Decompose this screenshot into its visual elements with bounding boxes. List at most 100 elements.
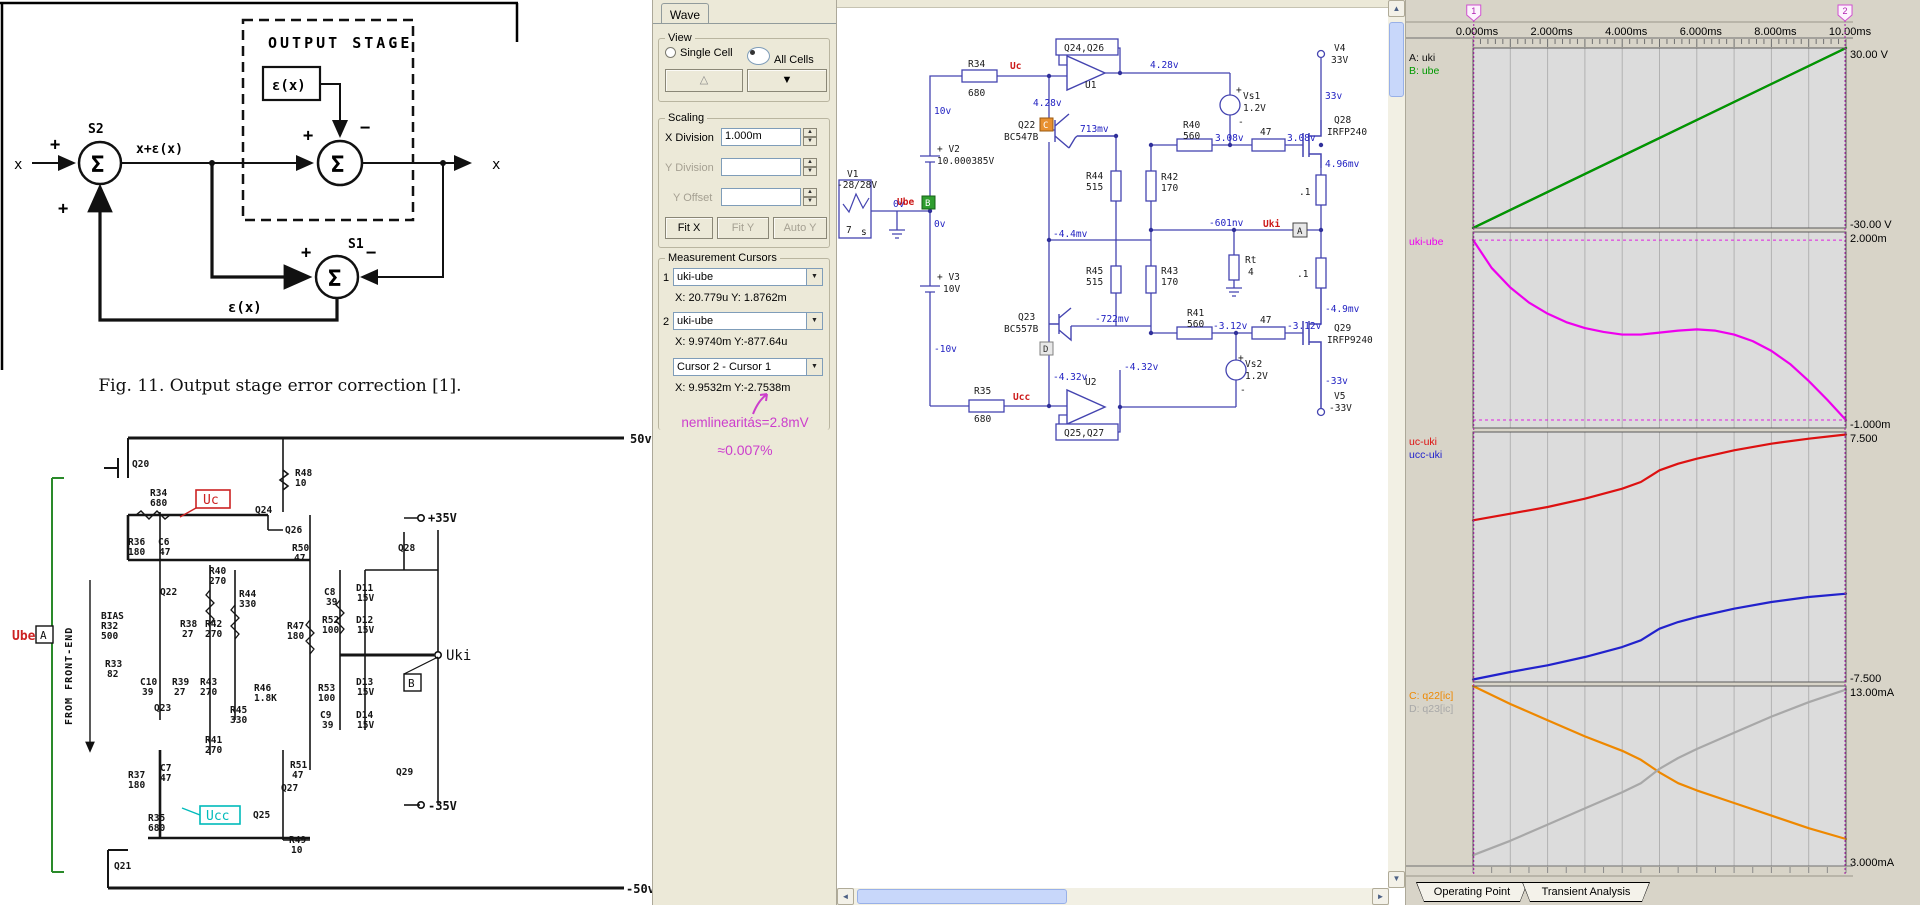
editor-label: 560 <box>1183 131 1200 142</box>
label-minus-sum: − <box>360 118 370 138</box>
cell-down-button[interactable]: ▼ <box>747 69 827 92</box>
editor-label: 47 <box>1260 127 1271 138</box>
schematic-label: 47 <box>159 547 170 558</box>
rail-neg35: -35V <box>428 799 457 813</box>
tab-transient-analysis[interactable]: Transient Analysis <box>1522 882 1650 902</box>
scroll-right-icon[interactable]: ► <box>1372 888 1389 905</box>
schematic-label: Q25 <box>253 810 270 821</box>
label-output-stage: OUTPUT STAGE <box>268 34 412 52</box>
trace-legend-label: uc-uki <box>1409 436 1437 448</box>
schematic-label: 270 <box>205 745 222 756</box>
y-division-input[interactable] <box>721 158 801 176</box>
fit-x-button[interactable]: Fit X <box>665 217 713 239</box>
editor-label: U1 <box>1085 80 1097 91</box>
schematic-label: 27 <box>182 629 193 640</box>
scroll-left-icon[interactable]: ◄ <box>837 888 854 905</box>
probe-bracket-green <box>51 477 64 873</box>
y-division-spinner[interactable]: ▲ ▼ <box>803 158 817 176</box>
radio-all-cells[interactable]: All Cells <box>747 47 814 66</box>
probe-node-a-label: A <box>1297 227 1303 237</box>
chevron-down-icon[interactable]: ▼ <box>806 359 822 375</box>
scroll-up-icon[interactable]: ▲ <box>1388 0 1405 17</box>
editor-label: 0v <box>934 219 946 230</box>
editor-label: + V2 <box>937 144 960 155</box>
y-offset-input[interactable] <box>721 188 801 206</box>
schematic-label: 1.8K <box>254 693 277 704</box>
y-offset-spinner[interactable]: ▲ ▼ <box>803 188 817 206</box>
scaling-legend: Scaling <box>665 112 708 124</box>
cell-up-button[interactable]: △ <box>665 69 743 92</box>
x-division-label: X Division <box>665 132 714 144</box>
schematic-label: 82 <box>107 669 118 680</box>
radio-single-cell-circle[interactable] <box>665 47 676 58</box>
label-eps-fb: ε(x) <box>228 300 262 316</box>
editor-label: -4.9mv <box>1325 304 1360 315</box>
editor-label: 4 <box>1248 267 1254 278</box>
auto-y-button[interactable]: Auto Y <box>773 217 827 239</box>
editor-label: -4.4mv <box>1053 229 1088 240</box>
cursor1-signal-select[interactable]: uki-ube ▼ <box>673 268 823 286</box>
schematic-label: 500 <box>101 631 118 642</box>
nonlinearity-percent: ≈0.007% <box>717 442 773 458</box>
schematic-label: 180 <box>128 780 145 791</box>
schematic-label: Q23 <box>154 703 171 714</box>
view-legend: View <box>665 32 695 44</box>
schematic-editor[interactable]: B C D A V1 -28/28V 7 s + V2 10.000385V + V3 10V… <box>836 0 1406 905</box>
tab-wave[interactable]: Wave <box>661 3 709 24</box>
radio-all-cells-circle[interactable] <box>747 47 770 65</box>
schematic-label: 680 <box>150 498 167 509</box>
schematic-label: 39 <box>142 687 154 698</box>
annotation-arrow-icon <box>752 393 768 415</box>
scale-max-label: 13.00mA <box>1850 687 1895 699</box>
sigma-s2: Σ <box>91 153 104 178</box>
editor-label: Q22 <box>1018 120 1035 131</box>
schematic-label: 47 <box>160 773 171 784</box>
radio-all-cells-label: All Cells <box>774 54 814 66</box>
editor-label: IRFP9240 <box>1327 335 1373 346</box>
x-division-spinner[interactable]: ▲ ▼ <box>803 128 817 146</box>
wave-control-panel: Wave View Single Cell All Cells △ ▼ Scal… <box>652 0 837 905</box>
analysis-tabs: Operating Point Transient Analysis <box>1416 882 1644 902</box>
x-division-input[interactable]: 1.000m <box>721 128 801 146</box>
ruler-tick-label: 8.000ms <box>1754 26 1797 38</box>
ube-label: Ube <box>12 629 36 644</box>
chevron-down-icon[interactable]: ▼ <box>806 313 822 329</box>
hscroll-thumb[interactable] <box>857 889 1067 904</box>
editor-label: Uc <box>1010 61 1021 72</box>
editor-label: 4.28v <box>1150 60 1179 71</box>
trace-legend-label: C: q22[ic] <box>1409 690 1453 702</box>
schematic-label: 15V <box>357 687 374 698</box>
editor-label: IRFP240 <box>1327 127 1367 138</box>
nonlinearity-annotation: nemlinearitás=2.8mV <box>681 415 809 430</box>
editor-label: Rt <box>1245 255 1256 266</box>
label-plus-fb: + <box>58 199 68 219</box>
tab-operating-point[interactable]: Operating Point <box>1416 882 1528 902</box>
waveform-svg[interactable]: 0.000ms 2.000ms 4.000ms 6.000ms 8.000ms 10.00… <box>1406 0 1920 880</box>
scroll-down-icon[interactable]: ▼ <box>1388 871 1405 888</box>
editor-label: R41 <box>1187 308 1204 319</box>
cursor-diff-select[interactable]: Cursor 2 - Cursor 1 ▼ <box>673 358 823 376</box>
vscroll-thumb[interactable] <box>1389 22 1404 97</box>
waveform-chart-area[interactable]: 0.000ms 2.000ms 4.000ms 6.000ms 8.000ms 10.00… <box>1406 0 1920 885</box>
editor-label: Ucc <box>1013 392 1030 403</box>
cursor1-index: 1 <box>663 272 670 284</box>
radio-single-cell[interactable]: Single Cell <box>665 47 733 59</box>
cursor2-signal-select[interactable]: uki-ube ▼ <box>673 312 823 330</box>
chevron-down-icon[interactable]: ▼ <box>806 269 822 285</box>
measurement-cursors-groupbox: Measurement Cursors 1 uki-ube ▼ X: 20.77… <box>658 252 830 430</box>
trace-legend-label: ucc-uki <box>1409 449 1442 461</box>
label-input-x: x <box>14 157 22 173</box>
editor-label: R43 <box>1161 266 1178 277</box>
editor-label: 47 <box>1260 315 1271 326</box>
trace-legend-label: A: uki <box>1409 52 1435 64</box>
editor-canvas[interactable]: B C D A V1-28/28V 7 s + V210.000385V + V310V… <box>837 8 1389 888</box>
schematic-label: 15V <box>357 593 374 604</box>
tab-divider <box>653 23 837 24</box>
trace-legend-label: D: q23[ic] <box>1409 703 1453 715</box>
editor-vscrollbar[interactable]: ▲ ▼ <box>1388 0 1405 888</box>
schematic-label: Q29 <box>396 767 413 778</box>
label-output-x: x <box>492 157 500 173</box>
fit-y-button[interactable]: Fit Y <box>717 217 769 239</box>
editor-hscrollbar[interactable]: ◄ ► <box>837 888 1389 905</box>
schematic-label: 47 <box>292 770 303 781</box>
